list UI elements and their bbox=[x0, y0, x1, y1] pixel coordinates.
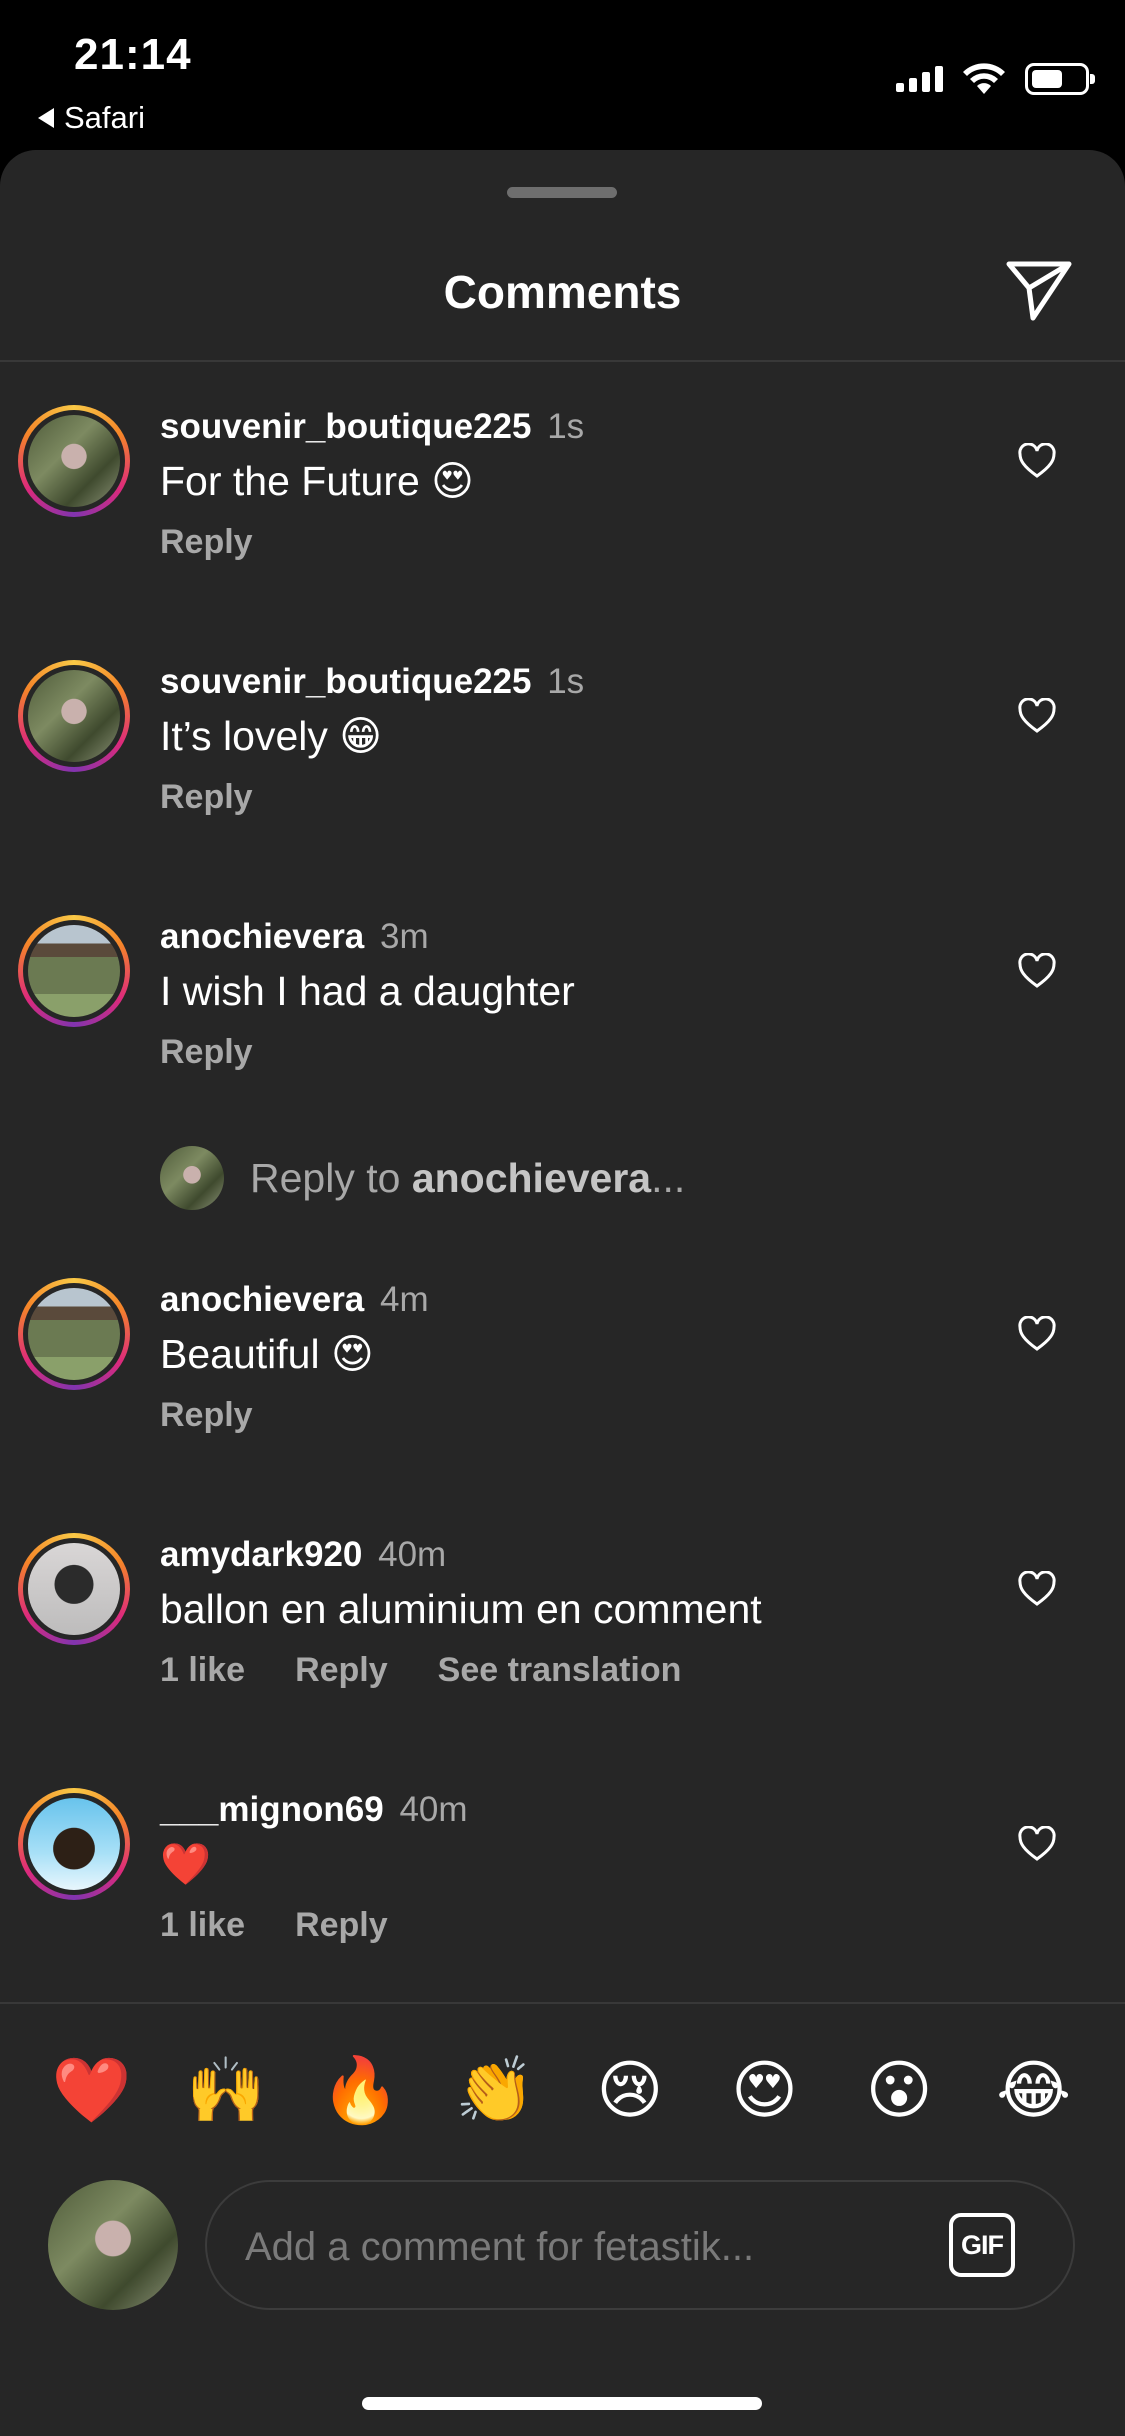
heart-icon[interactable] bbox=[1017, 698, 1057, 734]
wifi-icon bbox=[963, 63, 1005, 94]
heart-icon[interactable] bbox=[1017, 443, 1057, 479]
home-indicator bbox=[362, 2397, 762, 2410]
comment-time: 40m bbox=[378, 1535, 447, 1574]
comment-username[interactable]: souvenir_boutique225 bbox=[160, 662, 531, 701]
back-to-safari-link[interactable]: Safari bbox=[38, 100, 145, 136]
reply-prompt[interactable]: Reply to anochievera... bbox=[160, 1146, 685, 1210]
comment-item: souvenir_boutique225 1s It’s lovely 😁 Re… bbox=[0, 660, 1125, 840]
reply-button[interactable]: Reply bbox=[160, 1033, 253, 1072]
paper-plane-icon[interactable] bbox=[1003, 258, 1075, 324]
comment-item: anochievera 3m I wish I had a daughter R… bbox=[0, 915, 1125, 1095]
status-time: 21:14 bbox=[74, 30, 192, 79]
comment-time: 1s bbox=[547, 662, 585, 701]
heart-icon[interactable] bbox=[1017, 1316, 1057, 1352]
comments-sheet: Comments souvenir_boutique225 1s For the… bbox=[0, 150, 1125, 2436]
reply-button[interactable]: Reply bbox=[160, 523, 253, 562]
sheet-grabber[interactable] bbox=[507, 187, 617, 198]
reply-button[interactable]: Reply bbox=[160, 778, 253, 817]
quick-emoji-bar: ❤️ 🙌 🔥 👏 😢 😍 😮 😂 bbox=[0, 2050, 1125, 2130]
comment-item: amydark920 40m ballon en aluminium en co… bbox=[0, 1533, 1125, 1713]
emoji-raised-hands-button[interactable]: 🙌 bbox=[176, 2050, 276, 2130]
avatar bbox=[160, 1146, 224, 1210]
comment-username[interactable]: amydark920 bbox=[160, 1535, 362, 1574]
comment-item: ___mignon69 40m ❤️ 1 like Reply bbox=[0, 1788, 1125, 1968]
comment-username[interactable]: anochievera bbox=[160, 1280, 364, 1319]
reply-button[interactable]: Reply bbox=[295, 1651, 388, 1690]
heart-icon[interactable] bbox=[1017, 1826, 1057, 1862]
composer-divider bbox=[0, 2002, 1125, 2004]
comment-text: ballon en aluminium en comment bbox=[160, 1586, 762, 1632]
heart-icon[interactable] bbox=[1017, 1571, 1057, 1607]
status-bar: 21:14 Safari bbox=[0, 0, 1125, 150]
emoji-surprised-button[interactable]: 😮 bbox=[849, 2050, 949, 2130]
avatar[interactable] bbox=[18, 405, 130, 517]
back-app-label: Safari bbox=[64, 100, 145, 135]
emoji-heart-button[interactable]: ❤️ bbox=[41, 2050, 141, 2130]
emoji-fire-button[interactable]: 🔥 bbox=[311, 2050, 411, 2130]
reply-button[interactable]: Reply bbox=[295, 1906, 388, 1945]
comment-item: anochievera 4m Beautiful 😍 Reply bbox=[0, 1278, 1125, 1458]
comment-username[interactable]: anochievera bbox=[160, 917, 364, 956]
comment-text: I wish I had a daughter bbox=[160, 968, 575, 1014]
gif-button[interactable]: GIF bbox=[949, 2213, 1015, 2277]
comment-time: 3m bbox=[380, 917, 429, 956]
comment-text: It’s lovely 😁 bbox=[160, 713, 382, 759]
reply-button[interactable]: Reply bbox=[160, 1396, 253, 1435]
see-translation-button[interactable]: See translation bbox=[438, 1651, 682, 1690]
avatar[interactable] bbox=[18, 660, 130, 772]
heart-icon[interactable] bbox=[1017, 953, 1057, 989]
comment-text: ❤️ bbox=[160, 1841, 212, 1887]
comment-text: For the Future 😍 bbox=[160, 458, 474, 504]
like-count[interactable]: 1 like bbox=[160, 1651, 245, 1690]
comment-username[interactable]: souvenir_boutique225 bbox=[160, 407, 531, 446]
header-divider bbox=[0, 360, 1125, 362]
avatar[interactable] bbox=[18, 1278, 130, 1390]
comment-item: souvenir_boutique225 1s For the Future 😍… bbox=[0, 405, 1125, 585]
page-title: Comments bbox=[443, 266, 682, 318]
avatar[interactable] bbox=[18, 1788, 130, 1900]
status-icons bbox=[896, 62, 1095, 96]
reply-prompt-text: Reply to anochievera... bbox=[250, 1154, 686, 1201]
like-count[interactable]: 1 like bbox=[160, 1906, 245, 1945]
comment-username[interactable]: ___mignon69 bbox=[160, 1790, 384, 1829]
emoji-heart-eyes-button[interactable]: 😍 bbox=[714, 2050, 814, 2130]
current-user-avatar bbox=[48, 2180, 178, 2310]
cellular-signal-icon bbox=[896, 66, 943, 92]
avatar[interactable] bbox=[18, 915, 130, 1027]
comment-time: 4m bbox=[380, 1280, 429, 1319]
emoji-crying-button[interactable]: 😢 bbox=[580, 2050, 680, 2130]
comment-input[interactable] bbox=[245, 2212, 905, 2282]
comment-time: 40m bbox=[399, 1790, 468, 1829]
battery-level bbox=[1032, 70, 1062, 88]
battery-icon bbox=[1025, 63, 1095, 95]
emoji-laughing-button[interactable]: 😂 bbox=[984, 2050, 1084, 2130]
comment-time: 1s bbox=[547, 407, 585, 446]
comment-text: Beautiful 😍 bbox=[160, 1331, 374, 1377]
comment-composer: GIF bbox=[205, 2180, 1075, 2310]
back-arrow-icon bbox=[38, 108, 54, 128]
emoji-clap-button[interactable]: 👏 bbox=[445, 2050, 545, 2130]
avatar[interactable] bbox=[18, 1533, 130, 1645]
